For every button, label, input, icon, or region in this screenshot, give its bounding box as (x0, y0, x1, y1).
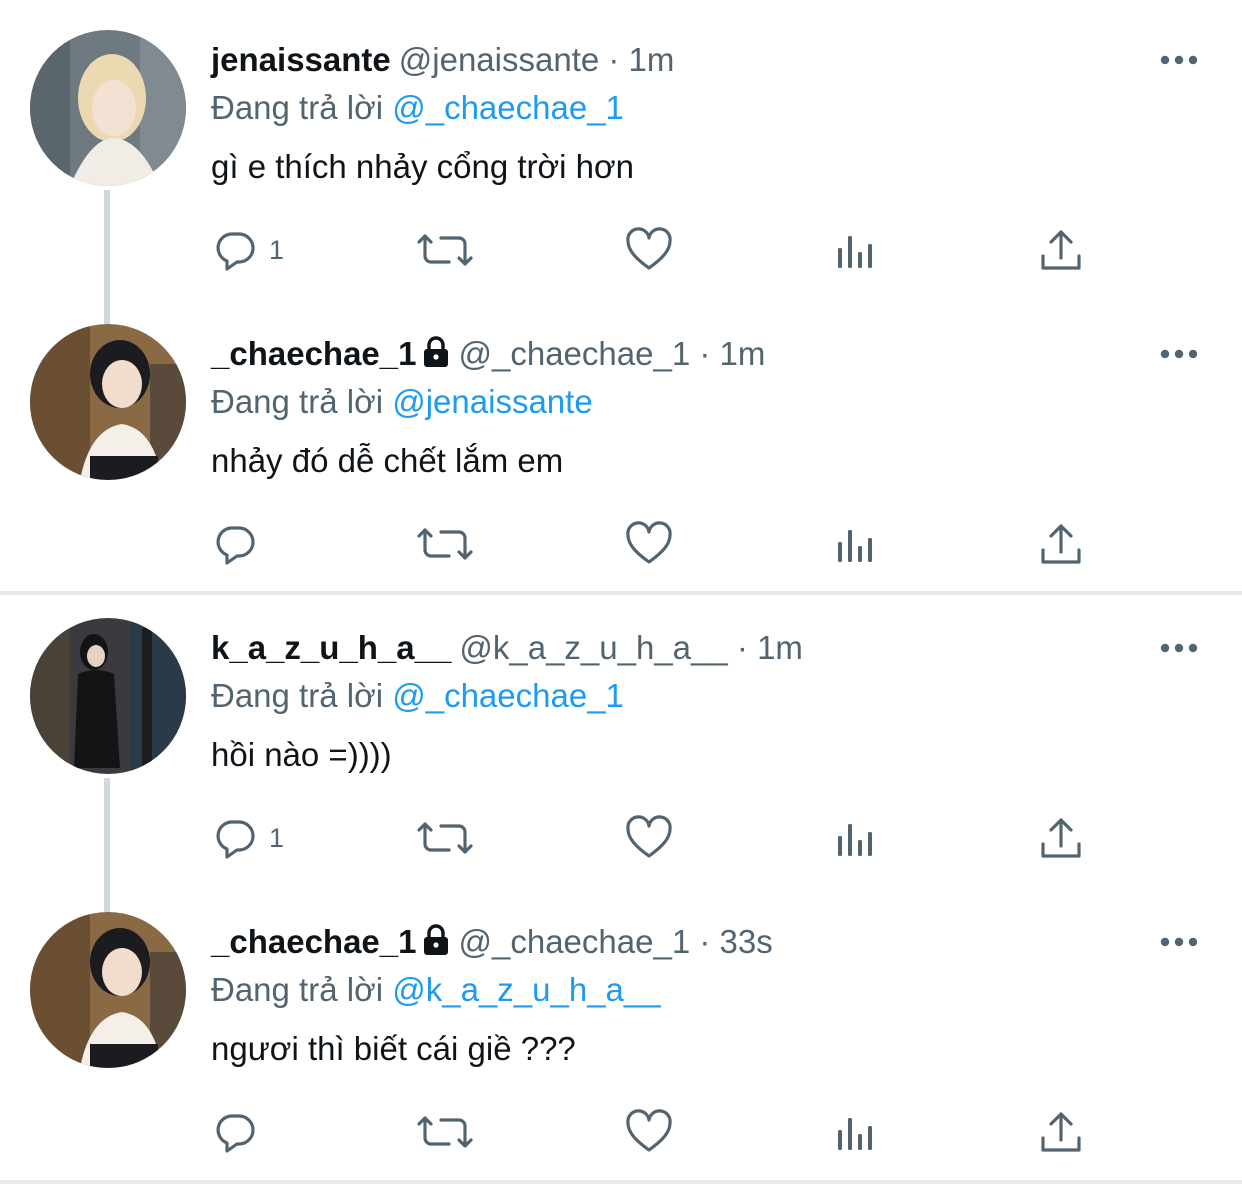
replying-to-prefix: Đang trả lời (211, 383, 384, 420)
tweet-header: k_a_z_u_h_a__ @k_a_z_u_h_a__ · 1m (211, 626, 803, 670)
views-button[interactable] (831, 220, 879, 280)
share-icon (1041, 1112, 1081, 1152)
avatar[interactable] (30, 912, 186, 1068)
handle-and-time: @jenaissante · 1m (398, 41, 675, 78)
retweet-icon (417, 234, 473, 266)
replying-to-prefix: Đang trả lời (211, 971, 384, 1008)
like-button[interactable] (625, 1102, 673, 1162)
reply-button[interactable]: 1 (211, 808, 284, 868)
retweet-button[interactable] (415, 220, 475, 280)
like-button[interactable] (625, 808, 673, 868)
retweet-icon (417, 822, 473, 854)
like-icon (626, 815, 672, 858)
action-bar: 1 (211, 220, 1111, 280)
share-button[interactable] (1037, 808, 1085, 868)
tweet-header: _chaechae_1 @_chaechae_1 · 33s (211, 920, 773, 964)
share-button[interactable] (1037, 1102, 1085, 1162)
mention-link[interactable]: @k_a_z_u_h_a__ (392, 971, 660, 1008)
more-icon[interactable] (1158, 932, 1200, 952)
handle[interactable]: @k_a_z_u_h_a__ (459, 629, 727, 666)
retweet-button[interactable] (415, 1102, 475, 1162)
display-name[interactable]: k_a_z_u_h_a__ (211, 629, 451, 666)
share-icon (1041, 818, 1081, 858)
views-button[interactable] (831, 514, 879, 574)
reply-count: 1 (269, 822, 285, 853)
tweet-text: ngươi thì biết cái giề ??? (211, 1030, 576, 1067)
reply-icon (216, 820, 255, 859)
like-icon (626, 521, 672, 564)
timestamp[interactable]: 1m (720, 335, 766, 372)
handle[interactable]: @_chaechae_1 (459, 335, 691, 372)
timestamp[interactable]: 1m (757, 629, 803, 666)
replying-to-prefix: Đang trả lời (211, 677, 384, 714)
replying-to: Đang trả lời @_chaechae_1 (211, 674, 624, 718)
replying-to: Đang trả lời @jenaissante (211, 380, 593, 424)
views-icon (838, 1118, 872, 1150)
share-button[interactable] (1037, 514, 1085, 574)
avatar[interactable] (30, 30, 186, 186)
mention-link[interactable]: @_chaechae_1 (392, 89, 624, 126)
like-button[interactable] (625, 514, 673, 574)
handle-and-time: @_chaechae_1 · 1m (458, 335, 766, 372)
mention-link[interactable]: @jenaissante (392, 383, 592, 420)
replying-to: Đang trả lời @_chaechae_1 (211, 86, 624, 130)
retweet-button[interactable] (415, 514, 475, 574)
like-icon (626, 227, 672, 270)
display-name[interactable]: _chaechae_1 (211, 923, 417, 960)
views-button[interactable] (831, 1102, 879, 1162)
tweet-text: gì e thích nhảy cổng trời hơn (211, 148, 635, 185)
share-icon (1041, 524, 1081, 564)
tweet[interactable]: k_a_z_u_h_a__ @k_a_z_u_h_a__ · 1m Đang tr… (0, 588, 1242, 913)
reply-button[interactable]: 1 (211, 220, 284, 280)
tweet[interactable]: jenaissante @jenaissante · 1m Đang trả lờ… (0, 0, 1242, 325)
reply-icon (216, 526, 255, 565)
action-bar (211, 1102, 1111, 1162)
retweet-icon (417, 1116, 473, 1148)
tweet-header: jenaissante @jenaissante · 1m (211, 38, 674, 82)
avatar[interactable] (30, 324, 186, 480)
tweet[interactable]: _chaechae_1 @_chaechae_1 · 1m Đang trả lờ… (0, 294, 1242, 588)
handle-and-time: @k_a_z_u_h_a__ · 1m (459, 629, 803, 666)
tweet-text: hồi nào =)))) (211, 736, 392, 773)
avatar[interactable] (30, 618, 186, 774)
action-bar (211, 514, 1111, 574)
reply-button[interactable] (211, 514, 269, 574)
more-icon[interactable] (1158, 344, 1200, 364)
views-icon (838, 824, 872, 856)
tweet[interactable]: _chaechae_1 @_chaechae_1 · 33s Đang trả l… (0, 882, 1242, 1176)
handle[interactable]: @_chaechae_1 (459, 923, 691, 960)
display-name[interactable]: _chaechae_1 (211, 335, 417, 372)
views-button[interactable] (831, 808, 879, 868)
more-icon[interactable] (1158, 638, 1200, 658)
tweet-text: nhảy đó dễ chết lắm em (211, 442, 564, 479)
retweet-button[interactable] (415, 808, 475, 868)
tweet-header: _chaechae_1 @_chaechae_1 · 1m (211, 332, 765, 376)
lock-icon (423, 336, 448, 367)
reply-icon (216, 232, 255, 271)
retweet-icon (417, 528, 473, 560)
action-bar: 1 (211, 808, 1111, 868)
handle[interactable]: @jenaissante (399, 41, 599, 78)
display-name[interactable]: jenaissante (211, 41, 391, 78)
reply-button[interactable] (211, 1102, 269, 1162)
timestamp[interactable]: 33s (720, 923, 773, 960)
like-button[interactable] (625, 220, 673, 280)
lock-icon (423, 924, 448, 955)
timestamp[interactable]: 1m (629, 41, 675, 78)
share-icon (1041, 230, 1081, 270)
reply-icon (216, 1114, 255, 1153)
reply-count: 1 (269, 234, 285, 265)
mention-link[interactable]: @_chaechae_1 (392, 677, 624, 714)
thread-divider (0, 1180, 1242, 1184)
handle-and-time: @_chaechae_1 · 33s (458, 923, 773, 960)
replying-to: Đang trả lời @k_a_z_u_h_a__ (211, 968, 661, 1012)
more-icon[interactable] (1158, 50, 1200, 70)
views-icon (838, 236, 872, 268)
views-icon (838, 530, 872, 562)
replying-to-prefix: Đang trả lời (211, 89, 384, 126)
like-icon (626, 1109, 672, 1152)
share-button[interactable] (1037, 220, 1085, 280)
